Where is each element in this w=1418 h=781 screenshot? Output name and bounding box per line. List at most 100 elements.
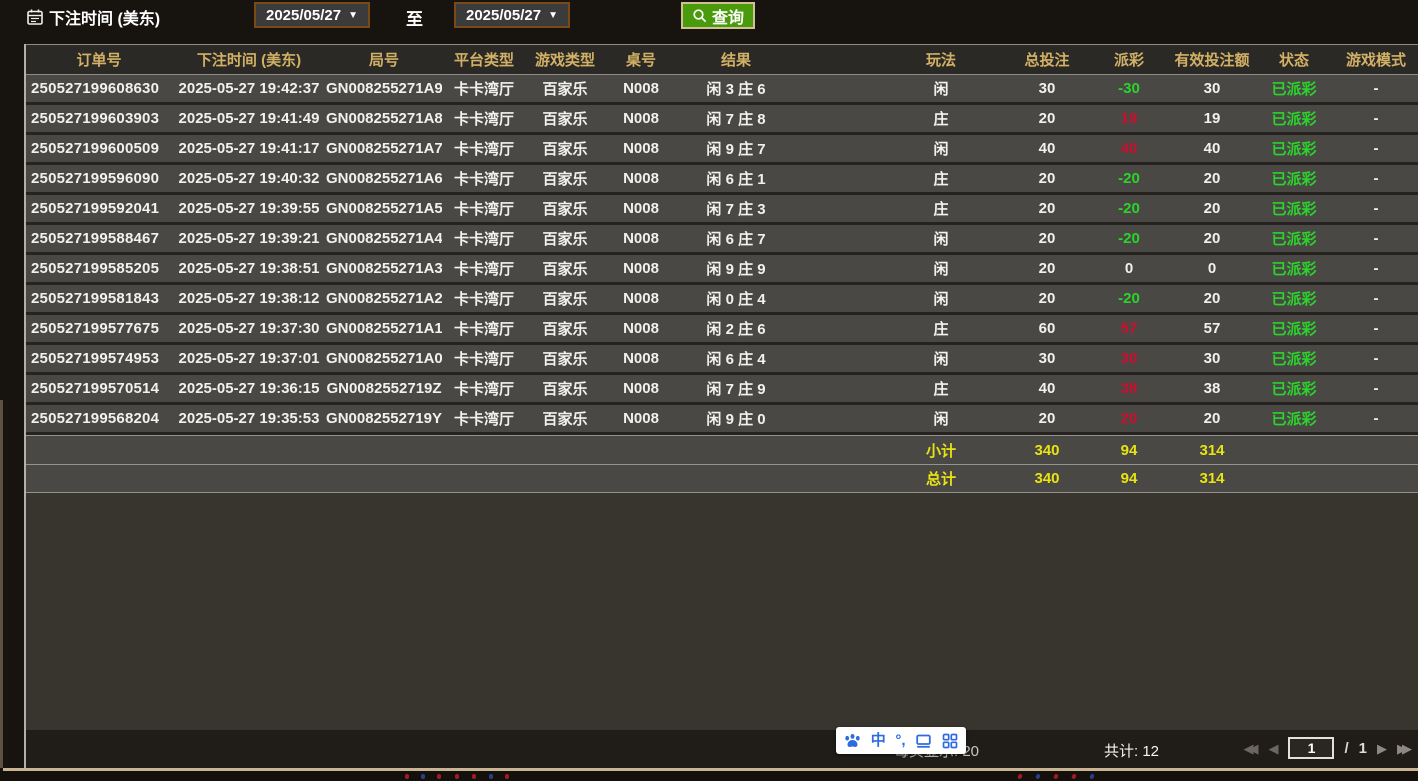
cell-total-bet: 20 (1006, 110, 1088, 127)
cell-play: 庄 (876, 378, 1006, 399)
cell-table-no: N008 (604, 170, 678, 187)
cell-valid-bet: 20 (1170, 230, 1254, 247)
cell-play: 庄 (876, 318, 1006, 339)
cell-game-mode: - (1334, 140, 1418, 157)
prev-page-button[interactable]: ◀ (1268, 742, 1278, 755)
cell-valid-bet: 0 (1170, 260, 1254, 277)
cell-game-type: 百家乐 (526, 408, 604, 429)
cell-table-no: N008 (604, 140, 678, 157)
cell-platform: 卡卡湾厅 (442, 258, 526, 279)
search-button[interactable]: 查询 (681, 2, 755, 29)
cell-play: 庄 (876, 168, 1006, 189)
cell-status: 已派彩 (1254, 288, 1334, 309)
table-row: 250527199577675 2025-05-27 19:37:30 GN00… (26, 315, 1418, 345)
next-page-button[interactable]: ▶ (1377, 742, 1387, 755)
cell-round-no: GN008255271A4 (326, 230, 442, 247)
cell-total-bet: 20 (1006, 410, 1088, 427)
header-play: 玩法 (876, 49, 1006, 70)
cell-valid-bet: 57 (1170, 320, 1254, 337)
cell-bet-time: 2025-05-27 19:41:17 (172, 140, 326, 157)
header-status: 状态 (1254, 49, 1334, 70)
cell-bet-time: 2025-05-27 19:38:51 (172, 260, 326, 277)
header-bet-time: 下注时间 (美东) (172, 49, 326, 70)
cell-valid-bet: 20 (1170, 170, 1254, 187)
date-from-select[interactable]: 2025/05/27 ▼ (254, 2, 370, 28)
cell-payout: -20 (1088, 290, 1170, 307)
cell-play: 闲 (876, 258, 1006, 279)
cell-order-no: 250527199592041 (26, 200, 172, 217)
cell-table-no: N008 (604, 260, 678, 277)
grand-total-payout: 94 (1088, 470, 1170, 487)
cell-status: 已派彩 (1254, 408, 1334, 429)
cell-platform: 卡卡湾厅 (442, 108, 526, 129)
page-title: 下注时间 (美东) (49, 5, 160, 29)
cell-payout: 57 (1088, 320, 1170, 337)
cell-status: 已派彩 (1254, 78, 1334, 99)
cell-round-no: GN008255271A0 (326, 350, 442, 367)
cell-order-no: 250527199570514 (26, 380, 172, 397)
header-valid-bet: 有效投注额 (1170, 49, 1254, 70)
cell-game-type: 百家乐 (526, 138, 604, 159)
ime-chinese-mode[interactable]: 中 (871, 733, 886, 748)
cell-platform: 卡卡湾厅 (442, 378, 526, 399)
cell-status: 已派彩 (1254, 138, 1334, 159)
cell-result: 闲 9 庄 0 (678, 408, 794, 429)
cell-bet-time: 2025-05-27 19:41:49 (172, 110, 326, 127)
cell-bet-time: 2025-05-27 19:39:55 (172, 200, 326, 217)
cell-payout: 40 (1088, 140, 1170, 157)
cell-payout: -20 (1088, 230, 1170, 247)
header-result: 结果 (678, 49, 794, 70)
cell-game-type: 百家乐 (526, 78, 604, 99)
cell-table-no: N008 (604, 410, 678, 427)
cell-platform: 卡卡湾厅 (442, 168, 526, 189)
cell-round-no: GN008255271A5 (326, 200, 442, 217)
first-page-button[interactable]: ◀◀ (1243, 742, 1258, 755)
cell-valid-bet: 20 (1170, 410, 1254, 427)
cell-valid-bet: 19 (1170, 110, 1254, 127)
cell-payout: 38 (1088, 380, 1170, 397)
cell-total-bet: 20 (1006, 200, 1088, 217)
last-page-button[interactable]: ▶▶ (1397, 742, 1412, 755)
chevron-down-icon: ▼ (348, 10, 358, 21)
ime-punctuation[interactable]: °, (895, 733, 905, 748)
cell-status: 已派彩 (1254, 198, 1334, 219)
cell-game-type: 百家乐 (526, 288, 604, 309)
cell-valid-bet: 20 (1170, 200, 1254, 217)
cell-play: 庄 (876, 108, 1006, 129)
cell-valid-bet: 30 (1170, 350, 1254, 367)
date-to-select[interactable]: 2025/05/27 ▼ (454, 2, 570, 28)
cell-game-mode: - (1334, 110, 1418, 127)
table-row: 250527199570514 2025-05-27 19:36:15 GN00… (26, 375, 1418, 405)
cell-order-no: 250527199574953 (26, 350, 172, 367)
cell-order-no: 250527199596090 (26, 170, 172, 187)
cell-result: 闲 7 庄 9 (678, 378, 794, 399)
page-number-input[interactable] (1288, 737, 1334, 759)
subtotal-valid-bet: 314 (1170, 442, 1254, 459)
page-separator: / (1344, 740, 1348, 757)
search-button-label: 查询 (712, 4, 744, 28)
report-panel: 订单号 下注时间 (美东) 局号 平台类型 游戏类型 桌号 结果 玩法 总投注 … (24, 44, 1418, 768)
cell-status: 已派彩 (1254, 228, 1334, 249)
cell-game-type: 百家乐 (526, 258, 604, 279)
cell-total-bet: 30 (1006, 80, 1088, 97)
cell-round-no: GN008255271A7 (326, 140, 442, 157)
table-row: 250527199581843 2025-05-27 19:38:12 GN00… (26, 285, 1418, 315)
cell-platform: 卡卡湾厅 (442, 138, 526, 159)
clipboard-icon[interactable] (915, 733, 932, 749)
cell-game-mode: - (1334, 80, 1418, 97)
cell-bet-time: 2025-05-27 19:37:01 (172, 350, 326, 367)
cell-status: 已派彩 (1254, 348, 1334, 369)
cell-game-type: 百家乐 (526, 168, 604, 189)
cell-status: 已派彩 (1254, 108, 1334, 129)
cell-play: 闲 (876, 228, 1006, 249)
subtotal-row: 小计 340 94 314 (26, 435, 1418, 464)
grid-icon[interactable] (942, 733, 958, 749)
cell-status: 已派彩 (1254, 168, 1334, 189)
table-header: 订单号 下注时间 (美东) 局号 平台类型 游戏类型 桌号 结果 玩法 总投注 … (26, 44, 1418, 75)
cell-bet-time: 2025-05-27 19:38:12 (172, 290, 326, 307)
paw-icon[interactable] (844, 733, 861, 749)
cell-total-bet: 30 (1006, 350, 1088, 367)
ime-toolbar: 中 °, (836, 727, 966, 754)
cell-bet-time: 2025-05-27 19:35:53 (172, 410, 326, 427)
table-row: 250527199608630 2025-05-27 19:42:37 GN00… (26, 75, 1418, 105)
